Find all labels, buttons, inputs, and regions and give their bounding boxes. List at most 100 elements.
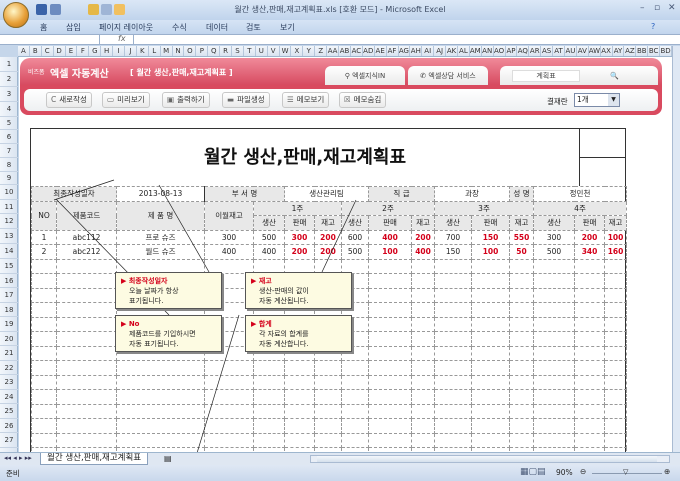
column-header[interactable]: AY <box>613 46 625 56</box>
column-header[interactable]: BB <box>636 46 649 56</box>
tab-view[interactable]: 보기 <box>280 22 295 33</box>
column-header[interactable]: T <box>244 46 256 56</box>
column-header[interactable]: AC <box>351 46 363 56</box>
column-header[interactable]: G <box>89 46 102 56</box>
column-header[interactable]: AJ <box>434 46 447 56</box>
column-header[interactable]: F <box>77 46 90 56</box>
row-header[interactable]: 27 <box>0 433 18 448</box>
row-header[interactable]: 4 <box>0 102 18 117</box>
row-header[interactable]: 18 <box>0 303 18 317</box>
vertical-scrollbar[interactable] <box>672 46 680 463</box>
column-header[interactable]: B <box>30 46 42 56</box>
sheet-tab-active[interactable]: 월간 생산,판매,재고계획표 <box>40 453 149 465</box>
column-header[interactable]: AG <box>399 46 411 56</box>
tab-insert[interactable]: 삽입 <box>66 22 81 33</box>
column-header[interactable]: AQ <box>517 46 530 56</box>
tab-home[interactable]: 홈 <box>40 22 47 33</box>
column-header[interactable]: Z <box>315 46 328 56</box>
print-preview-icon[interactable] <box>101 4 112 15</box>
column-header[interactable]: X <box>291 46 304 56</box>
column-header[interactable]: AO <box>494 46 506 56</box>
column-header[interactable]: AX <box>601 46 613 56</box>
column-header[interactable]: BD <box>660 46 672 56</box>
column-header[interactable]: AL <box>458 46 470 56</box>
row-header[interactable]: 14 <box>0 244 18 259</box>
column-header[interactable]: AS <box>541 46 554 56</box>
help-icon[interactable]: ? <box>651 22 655 31</box>
column-header[interactable]: AW <box>589 46 601 56</box>
maximize-icon[interactable]: ▫ <box>654 3 660 13</box>
row-header[interactable]: 21 <box>0 346 18 361</box>
column-header[interactable]: E <box>66 46 78 56</box>
row-header[interactable]: 6 <box>0 130 18 144</box>
column-header[interactable]: L <box>149 46 161 56</box>
sheet-nav-arrows[interactable]: ◂◂ ◂ ▸ ▸▸ <box>4 454 32 462</box>
close-icon[interactable]: ✕ <box>668 3 676 13</box>
tab-review[interactable]: 검토 <box>246 22 261 33</box>
zoom-slider-thumb[interactable]: ▽ <box>623 468 628 476</box>
column-header[interactable]: S <box>232 46 244 56</box>
horizontal-scrollbar[interactable] <box>310 455 670 463</box>
column-header[interactable]: U <box>256 46 268 56</box>
open-icon[interactable] <box>88 4 99 15</box>
undo-icon[interactable] <box>50 4 61 15</box>
column-header[interactable]: O <box>184 46 197 56</box>
fx-icon[interactable]: fx <box>118 34 126 43</box>
column-header[interactable]: J <box>125 46 137 56</box>
tab-page-layout[interactable]: 페이지 레이아웃 <box>99 22 153 33</box>
column-header[interactable]: V <box>268 46 280 56</box>
row-header[interactable]: 11 <box>0 200 18 214</box>
column-header[interactable]: R <box>220 46 233 56</box>
zoom-in-icon[interactable]: ⊕ <box>664 467 670 476</box>
row-header[interactable]: 13 <box>0 229 18 244</box>
column-header[interactable]: K <box>137 46 149 56</box>
column-header[interactable]: A <box>18 46 30 56</box>
column-header[interactable]: P <box>196 46 209 56</box>
column-header[interactable]: AN <box>482 46 494 56</box>
zoom-level[interactable]: 90% <box>556 468 573 477</box>
row-header[interactable]: 9 <box>0 172 18 185</box>
row-header[interactable]: 26 <box>0 419 18 433</box>
column-header[interactable]: AV <box>577 46 589 56</box>
column-header[interactable]: AU <box>565 46 577 56</box>
column-header[interactable]: AM <box>470 46 482 56</box>
row-header[interactable]: 1 <box>0 57 18 72</box>
name-box[interactable] <box>0 35 100 44</box>
column-header[interactable]: AT <box>553 46 565 56</box>
zoom-out-icon[interactable]: ⊖ <box>580 467 586 476</box>
row-header[interactable]: 15 <box>0 259 18 274</box>
column-header[interactable]: Y <box>303 46 316 56</box>
row-header[interactable]: 5 <box>0 117 18 130</box>
column-header[interactable]: AE <box>375 46 387 56</box>
row-header[interactable]: 24 <box>0 390 18 404</box>
row-header[interactable]: 22 <box>0 361 18 375</box>
formula-input[interactable] <box>133 35 673 44</box>
column-header[interactable]: AZ <box>624 46 637 56</box>
column-header[interactable]: I <box>113 46 126 56</box>
tab-formulas[interactable]: 수식 <box>172 22 187 33</box>
column-header[interactable]: AP <box>506 46 518 56</box>
column-header[interactable]: BC <box>648 46 661 56</box>
office-button[interactable] <box>3 2 29 28</box>
select-icon[interactable] <box>114 4 125 15</box>
row-header[interactable]: 8 <box>0 158 18 172</box>
tab-data[interactable]: 데이터 <box>206 22 228 33</box>
row-header[interactable]: 17 <box>0 288 18 303</box>
column-header[interactable]: W <box>280 46 292 56</box>
row-header[interactable]: 19 <box>0 317 18 332</box>
row-header[interactable]: 25 <box>0 404 18 419</box>
row-header[interactable]: 23 <box>0 375 18 390</box>
column-header[interactable]: AB <box>339 46 351 56</box>
row-header[interactable]: 10 <box>0 185 18 200</box>
scroll-thumb[interactable] <box>317 456 657 462</box>
column-header[interactable]: C <box>42 46 54 56</box>
minimize-icon[interactable]: – <box>640 3 645 13</box>
column-header[interactable]: AD <box>363 46 375 56</box>
column-header[interactable]: M <box>161 46 173 56</box>
column-header[interactable]: H <box>101 46 114 56</box>
column-header[interactable]: AF <box>387 46 399 56</box>
column-header[interactable]: D <box>54 46 66 56</box>
row-header[interactable]: 3 <box>0 87 18 102</box>
column-header[interactable]: AR <box>529 46 542 56</box>
column-header[interactable]: N <box>173 46 185 56</box>
